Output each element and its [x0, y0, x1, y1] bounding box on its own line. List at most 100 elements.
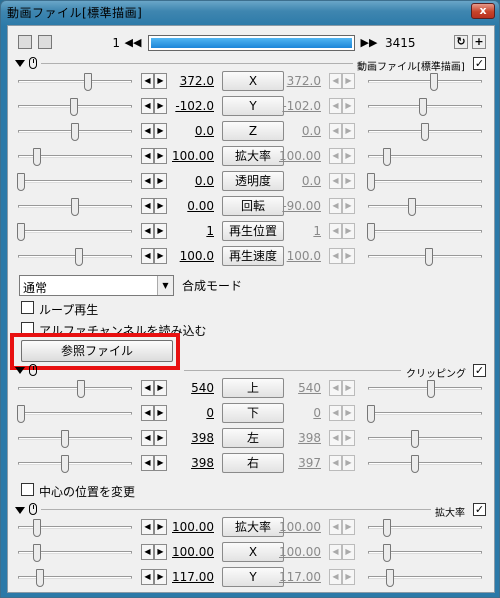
- end-decrement-button[interactable]: ◀: [329, 405, 342, 421]
- start-increment-button[interactable]: ▶: [154, 98, 167, 114]
- end-decrement-button[interactable]: ◀: [329, 569, 342, 585]
- start-slider-thumb[interactable]: [36, 569, 45, 587]
- end-decrement-button[interactable]: ◀: [329, 544, 342, 560]
- start-slider-thumb[interactable]: [75, 248, 84, 266]
- start-increment-button[interactable]: ▶: [154, 123, 167, 139]
- start-slider[interactable]: [18, 248, 132, 266]
- end-increment-button[interactable]: ▶: [342, 98, 355, 114]
- start-slider-thumb[interactable]: [71, 198, 79, 216]
- start-slider[interactable]: [18, 455, 132, 473]
- start-decrement-button[interactable]: ◀: [141, 223, 154, 239]
- end-slider[interactable]: [368, 380, 482, 398]
- start-slider[interactable]: [18, 73, 132, 91]
- start-slider[interactable]: [18, 544, 132, 562]
- start-slider-thumb[interactable]: [32, 519, 41, 537]
- start-slider[interactable]: [18, 569, 132, 587]
- start-increment-button[interactable]: ▶: [154, 569, 167, 585]
- end-decrement-button[interactable]: ◀: [329, 73, 342, 89]
- next-frame-button[interactable]: ▶▶: [360, 36, 378, 50]
- start-value[interactable]: 398: [168, 431, 214, 445]
- end-slider-thumb[interactable]: [425, 248, 434, 266]
- end-decrement-button[interactable]: ◀: [329, 148, 342, 164]
- end-slider-thumb[interactable]: [418, 98, 427, 116]
- collapse-triangle-icon[interactable]: [15, 60, 25, 67]
- end-slider[interactable]: [367, 223, 482, 241]
- add-filter-button[interactable]: +: [472, 35, 486, 49]
- end-value[interactable]: 117.00: [275, 570, 321, 584]
- start-slider-thumb[interactable]: [71, 123, 79, 141]
- start-slider[interactable]: [17, 173, 132, 191]
- start-value[interactable]: 0.0: [168, 174, 214, 188]
- end-increment-button[interactable]: ▶: [342, 430, 355, 446]
- end-increment-button[interactable]: ▶: [342, 569, 355, 585]
- zoom-enable-checkbox[interactable]: ✓: [473, 503, 486, 516]
- start-slider-thumb[interactable]: [76, 380, 85, 398]
- end-value[interactable]: 540: [275, 381, 321, 395]
- start-slider-thumb[interactable]: [32, 148, 41, 166]
- end-value[interactable]: 0: [275, 406, 321, 420]
- start-value[interactable]: 0: [168, 406, 214, 420]
- end-decrement-button[interactable]: ◀: [329, 223, 342, 239]
- end-increment-button[interactable]: ▶: [342, 148, 355, 164]
- end-increment-button[interactable]: ▶: [342, 173, 355, 189]
- start-decrement-button[interactable]: ◀: [141, 430, 154, 446]
- end-increment-button[interactable]: ▶: [342, 223, 355, 239]
- start-increment-button[interactable]: ▶: [154, 380, 167, 396]
- camera-icon[interactable]: [18, 35, 32, 49]
- start-increment-button[interactable]: ▶: [154, 173, 167, 189]
- end-slider[interactable]: [368, 430, 482, 448]
- start-slider-thumb[interactable]: [60, 455, 69, 473]
- start-increment-button[interactable]: ▶: [154, 455, 167, 471]
- start-increment-button[interactable]: ▶: [154, 148, 167, 164]
- end-slider-thumb[interactable]: [382, 519, 391, 537]
- end-increment-button[interactable]: ▶: [342, 248, 355, 264]
- start-increment-button[interactable]: ▶: [154, 198, 167, 214]
- end-decrement-button[interactable]: ◀: [329, 98, 342, 114]
- start-decrement-button[interactable]: ◀: [141, 173, 154, 189]
- start-slider[interactable]: [17, 223, 132, 241]
- start-slider-thumb[interactable]: [17, 173, 26, 191]
- end-slider-thumb[interactable]: [421, 123, 429, 141]
- loop-checkbox[interactable]: [21, 301, 34, 314]
- collapse-triangle-icon[interactable]: [15, 367, 25, 374]
- end-slider-thumb[interactable]: [386, 569, 395, 587]
- end-slider-thumb[interactable]: [382, 544, 391, 562]
- end-decrement-button[interactable]: ◀: [329, 519, 342, 535]
- frame-icon[interactable]: [38, 35, 52, 49]
- start-slider[interactable]: [18, 430, 132, 448]
- end-slider[interactable]: [368, 544, 482, 562]
- end-value[interactable]: -102.0: [275, 99, 321, 113]
- start-increment-button[interactable]: ▶: [154, 544, 167, 560]
- end-slider[interactable]: [368, 198, 482, 216]
- start-decrement-button[interactable]: ◀: [141, 148, 154, 164]
- end-value[interactable]: 0.0: [275, 174, 321, 188]
- start-slider[interactable]: [18, 519, 132, 537]
- end-slider[interactable]: [368, 148, 482, 166]
- start-value[interactable]: 100.00: [168, 520, 214, 534]
- start-decrement-button[interactable]: ◀: [141, 98, 154, 114]
- start-slider-thumb[interactable]: [84, 73, 93, 91]
- end-decrement-button[interactable]: ◀: [329, 123, 342, 139]
- end-slider-thumb[interactable]: [429, 73, 438, 91]
- end-slider-thumb[interactable]: [407, 198, 416, 216]
- end-increment-button[interactable]: ▶: [342, 405, 355, 421]
- end-slider[interactable]: [368, 73, 482, 91]
- start-slider[interactable]: [18, 148, 132, 166]
- end-slider[interactable]: [367, 405, 482, 423]
- end-decrement-button[interactable]: ◀: [329, 430, 342, 446]
- end-slider-thumb[interactable]: [410, 455, 419, 473]
- end-slider[interactable]: [368, 98, 482, 116]
- center-checkbox[interactable]: [21, 483, 34, 496]
- end-increment-button[interactable]: ▶: [342, 380, 355, 396]
- end-decrement-button[interactable]: ◀: [329, 380, 342, 396]
- refresh-icon[interactable]: ↻: [454, 35, 468, 49]
- start-value[interactable]: 540: [168, 381, 214, 395]
- end-increment-button[interactable]: ▶: [342, 123, 355, 139]
- end-slider-thumb[interactable]: [382, 148, 391, 166]
- start-value[interactable]: 0.00: [168, 199, 214, 213]
- end-value[interactable]: 100.00: [275, 149, 321, 163]
- start-decrement-button[interactable]: ◀: [141, 455, 154, 471]
- end-increment-button[interactable]: ▶: [342, 455, 355, 471]
- start-value[interactable]: 100.00: [168, 149, 214, 163]
- end-decrement-button[interactable]: ◀: [329, 248, 342, 264]
